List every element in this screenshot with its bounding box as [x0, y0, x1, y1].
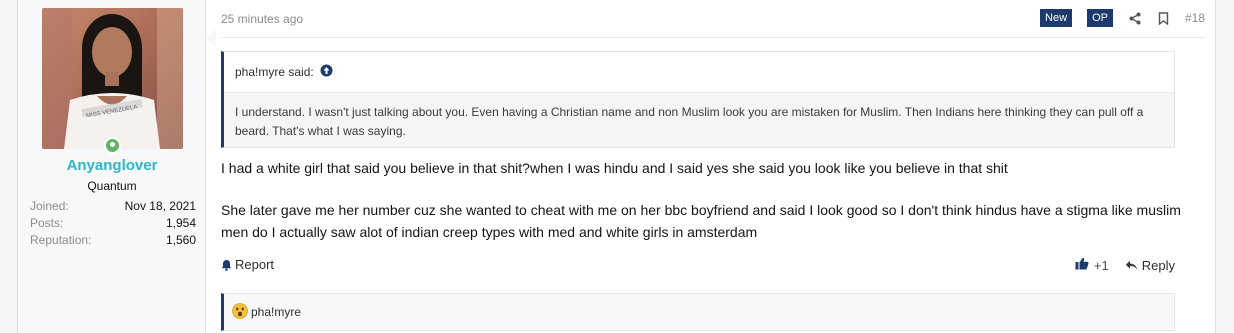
reply-button[interactable]: Reply [1125, 258, 1175, 273]
share-icon[interactable] [1128, 10, 1142, 26]
online-status-icon [104, 137, 121, 154]
stat-posts: Posts: 1,954 [30, 215, 196, 232]
user-column: MISS VENEZUELA Anyanglover Quantum Joine… [18, 0, 206, 333]
bell-icon [221, 259, 232, 271]
post-container: MISS VENEZUELA Anyanglover Quantum Joine… [17, 0, 1216, 333]
like-count[interactable]: +1 [1094, 258, 1109, 273]
report-label: Report [235, 257, 275, 272]
surprised-emoji-icon [232, 302, 248, 322]
new-badge: New [1040, 9, 1073, 27]
post-header: 25 minutes ago New OP #18 [221, 0, 1205, 38]
stat-value: Nov 18, 2021 [124, 199, 196, 213]
thumbs-up-icon[interactable] [1075, 257, 1089, 273]
quote-text: I understand. I wasn't just talking abou… [235, 105, 1144, 138]
reply-icon [1125, 260, 1137, 270]
user-stats: Joined: Nov 18, 2021 Posts: 1,954 Reputa… [30, 198, 196, 249]
message-body: I had a white girl that said you believe… [221, 157, 1183, 243]
post-footer: Report +1 Reply [221, 257, 1175, 277]
message-paragraph: I had a white girl that said you believe… [221, 160, 1008, 176]
post-number[interactable]: #18 [1185, 11, 1205, 25]
reactions-bar[interactable]: pha!myre [221, 293, 1175, 331]
message-paragraph: She later gave me her number cuz she wan… [221, 202, 1181, 240]
user-title: Quantum [87, 179, 137, 193]
op-badge: OP [1087, 9, 1113, 27]
avatar[interactable]: MISS VENEZUELA [42, 8, 183, 149]
post-timestamp[interactable]: 25 minutes ago [221, 12, 303, 26]
post-actions: +1 Reply [1075, 257, 1175, 273]
stat-label: Reputation: [30, 233, 92, 247]
quote-header: pha!myre said: [224, 52, 1174, 93]
stat-reputation: Reputation: 1,560 [30, 232, 196, 249]
reply-label: Reply [1141, 257, 1175, 273]
report-button[interactable]: Report [221, 257, 274, 272]
stat-label: Joined: [30, 199, 69, 213]
username[interactable]: Anyanglover [18, 157, 206, 174]
speech-arrow [206, 28, 216, 48]
arrow-up-icon[interactable] [320, 64, 333, 80]
stat-label: Posts: [30, 216, 64, 230]
post-header-actions: New OP #18 [1025, 9, 1205, 27]
reaction-users[interactable]: pha!myre [251, 305, 301, 319]
bookmark-icon[interactable] [1157, 10, 1171, 26]
stat-value: 1,560 [165, 233, 196, 247]
quote-block: pha!myre said: I understand. I wasn't ju… [221, 51, 1175, 148]
stat-value: 1,954 [165, 216, 196, 230]
quote-author[interactable]: pha!myre said: [235, 65, 314, 79]
stat-joined: Joined: Nov 18, 2021 [30, 198, 196, 215]
